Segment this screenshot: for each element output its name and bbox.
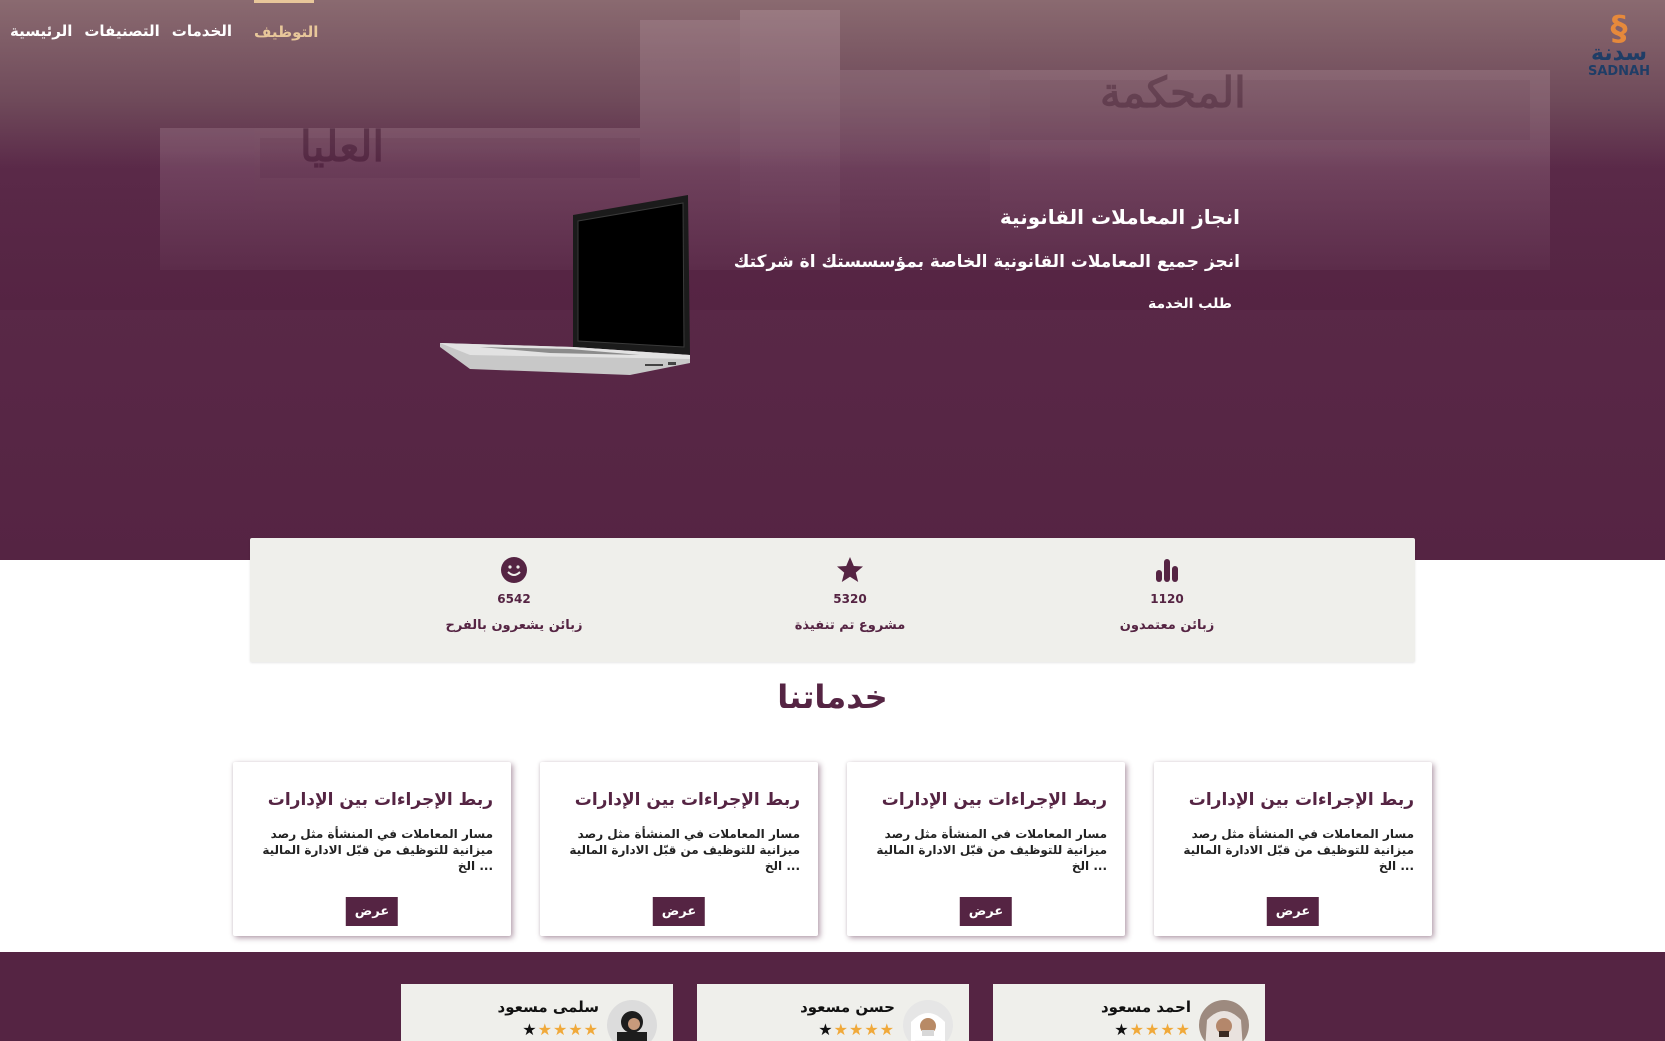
bar-chart-icon: [1156, 559, 1178, 582]
service-card-description: مسار المعاملات في المنشأة مثل رصد ميزاني…: [876, 827, 1107, 873]
nav-item-services[interactable]: الخدمات: [172, 0, 232, 60]
testimonial-card: حسن مسعود ★★★★★: [697, 984, 969, 1041]
testimonial-name: سلمى مسعود: [497, 998, 599, 1016]
star-icon: ★: [1160, 1020, 1176, 1039]
sadnah-logo[interactable]: § سدنة SADNAH: [1587, 9, 1651, 90]
request-service-link[interactable]: طلب الخدمة: [1148, 296, 1232, 312]
star-icon: ★: [818, 1020, 834, 1039]
star-icon: ★: [537, 1020, 553, 1039]
background-text-almahkama: المحكمة: [1100, 68, 1246, 117]
services-section-title: خدماتنا: [777, 678, 888, 716]
testimonial-card: احمد مسعود ★★★★★: [993, 984, 1265, 1041]
stat-certified-clients: 1120 زبائن معتمدون: [1067, 556, 1267, 633]
view-service-button[interactable]: عرض: [1266, 897, 1320, 926]
stat-label: زبائن معتمدون: [1119, 618, 1215, 633]
smiley-icon: [501, 557, 527, 583]
star-icon: ★: [848, 1020, 865, 1039]
star-icon: ★: [1144, 1020, 1161, 1039]
service-card: ربط الإجراءات بين الإدارات مسار المعاملا…: [540, 762, 818, 936]
service-card-description: مسار المعاملات في المنشأة مثل رصد ميزاني…: [1183, 827, 1414, 873]
stat-value: 5320: [833, 592, 867, 606]
top-nav: الرئيسية التصنيفات الخدمات التوظيف: [0, 0, 318, 60]
stat-happy-clients: 6542 زبائن يشعرون بالفرح: [414, 556, 614, 633]
star-icon: ★: [879, 1020, 895, 1039]
star-icon: ★: [1114, 1020, 1130, 1039]
star-icon: ★: [1129, 1020, 1145, 1039]
stat-value: 6542: [497, 592, 531, 606]
service-card-title: ربط الإجراءات بين الإدارات: [267, 790, 493, 810]
star-icon: [837, 557, 863, 582]
avatar: [1199, 1000, 1249, 1041]
stat-label: زبائن يشعرون بالفرح: [445, 618, 583, 633]
stats-panel: 6542 زبائن يشعرون بالفرح 5320 مشروع تم ت…: [250, 538, 1415, 662]
star-icon: ★: [552, 1020, 569, 1039]
testimonial-card: سلمى مسعود ★★★★★: [401, 984, 673, 1041]
star-icon: ★: [833, 1020, 849, 1039]
nav-item-jobs[interactable]: التوظيف: [254, 0, 318, 60]
stat-value: 1120: [1150, 592, 1184, 606]
star-icon: ★: [583, 1020, 599, 1039]
service-card-description: مسار المعاملات في المنشأة مثل رصد ميزاني…: [262, 827, 493, 873]
star-icon: ★: [1175, 1020, 1191, 1039]
rating-stars: ★★★★★: [1114, 1020, 1191, 1039]
service-card: ربط الإجراءات بين الإدارات مسار المعاملا…: [233, 762, 511, 936]
testimonial-name: احمد مسعود: [1100, 998, 1191, 1016]
view-service-button[interactable]: عرض: [345, 897, 399, 926]
hero-title: انجاز المعاملات القانونية: [999, 205, 1240, 229]
star-icon: ★: [568, 1020, 584, 1039]
service-card-description: مسار المعاملات في المنشأة مثل رصد ميزاني…: [569, 827, 800, 873]
rating-stars: ★★★★★: [818, 1020, 895, 1039]
logo-latin-text: SADNAH: [1587, 64, 1651, 79]
star-icon: ★: [522, 1020, 538, 1039]
testimonial-name: حسن مسعود: [800, 998, 895, 1016]
stat-projects: 5320 مشروع تم تنفيذة: [750, 556, 950, 633]
stat-label: مشروع تم تنفيذة: [794, 618, 906, 633]
avatar: [607, 1000, 657, 1041]
logo-arabic-text: سدنة: [1591, 41, 1647, 66]
nav-item-categories[interactable]: التصنيفات: [84, 0, 159, 60]
laptop-image: [440, 195, 690, 375]
nav-item-home[interactable]: الرئيسية: [10, 0, 72, 60]
service-card-title: ربط الإجراءات بين الإدارات: [881, 790, 1107, 810]
view-service-button[interactable]: عرض: [652, 897, 706, 926]
service-card-title: ربط الإجراءات بين الإدارات: [574, 790, 800, 810]
avatar: [903, 1000, 953, 1041]
view-service-button[interactable]: عرض: [959, 897, 1013, 926]
service-card: ربط الإجراءات بين الإدارات مسار المعاملا…: [1154, 762, 1432, 936]
service-card-title: ربط الإجراءات بين الإدارات: [1188, 790, 1414, 810]
hero-subtitle: انجز جميع المعاملات القانونية الخاصة بمؤ…: [733, 252, 1240, 272]
star-icon: ★: [864, 1020, 880, 1039]
rating-stars: ★★★★★: [522, 1020, 599, 1039]
service-card: ربط الإجراءات بين الإدارات مسار المعاملا…: [847, 762, 1125, 936]
hero-section: العليا المحكمة الرئيسية التصنيفات الخدما…: [0, 0, 1665, 560]
logo-s-icon: §: [1610, 9, 1628, 49]
